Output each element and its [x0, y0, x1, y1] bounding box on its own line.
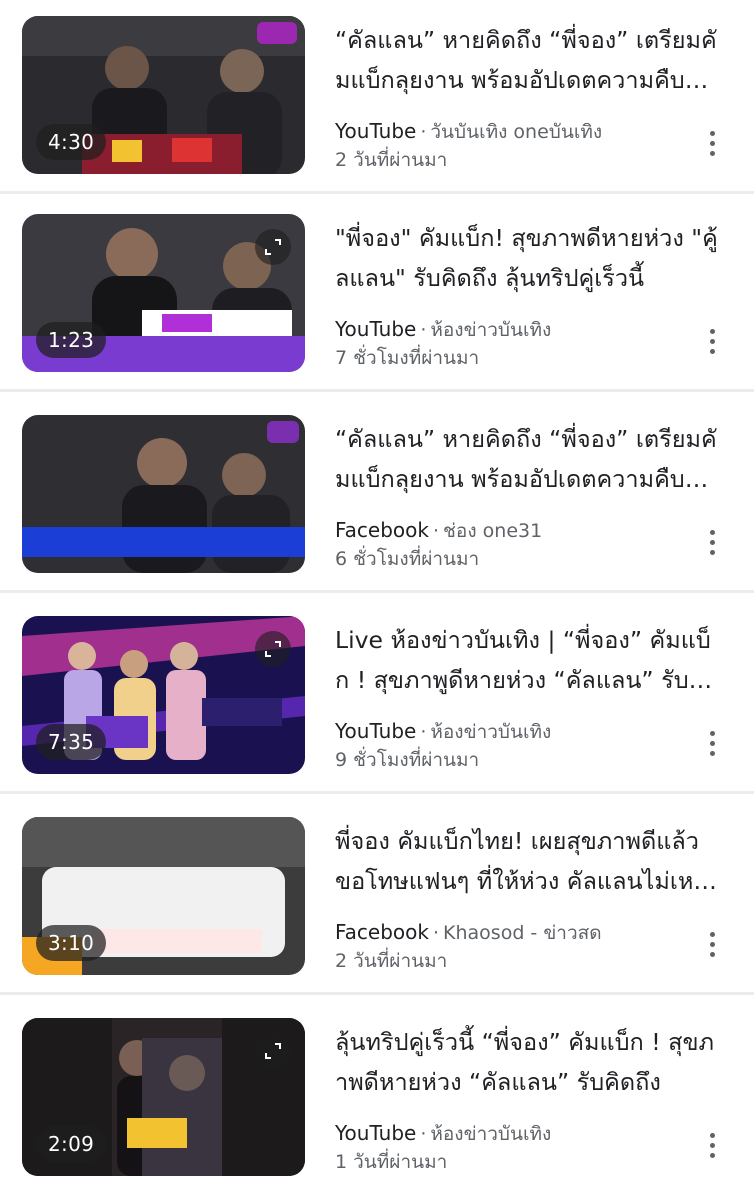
video-source: Facebook: [335, 518, 429, 542]
video-source: Facebook: [335, 920, 429, 944]
video-source: YouTube: [335, 719, 417, 743]
video-thumbnail[interactable]: 7:35: [22, 616, 305, 774]
video-duration-badge: 7:35: [36, 724, 107, 760]
video-results-list: 4:30 “คัลแลน” หายคิดถึง “พี่จอง” เตรียมค…: [0, 0, 754, 1200]
video-channel: Khaosod - ข่าวสด: [443, 922, 602, 944]
video-result-item[interactable]: 2:09 ลุ้นทริปคู่เร็วนี้ “พี่จอง” คัมแบ็ก…: [0, 1002, 754, 1196]
video-result-item[interactable]: 1:23 "พี่จอง" คัมแบ็ก! สุขภาพดีหายห่วง "…: [0, 198, 754, 392]
video-channel: ห้องข่าวบันเทิง: [430, 319, 552, 341]
video-title[interactable]: "พี่จอง" คัมแบ็ก! สุขภาพดีหายห่วง "คู้ลแ…: [335, 218, 720, 298]
more-options-icon[interactable]: [700, 126, 726, 162]
video-duration-badge: 2:09: [36, 1126, 107, 1162]
video-thumbnail[interactable]: 1:23: [22, 214, 305, 372]
video-age: 9 ชั่วโมงที่ผ่านมา: [335, 749, 480, 771]
video-meta: YouTube · ห้องข่าวบันเทิง 9 ชั่วโมงที่ผ่าน…: [335, 717, 675, 774]
meta-separator: ·: [420, 319, 427, 341]
video-meta: YouTube · ห้องข่าวบันเทิง 7 ชั่วโมงที่ผ่าน…: [335, 315, 675, 372]
expand-arrows-icon: [265, 239, 281, 255]
video-title[interactable]: ลุ้นทริปคู่เร็วนี้ “พี่จอง” คัมแบ็ก ! สุ…: [335, 1022, 720, 1102]
video-channel: ห้องข่าวบันเทิง: [430, 721, 552, 743]
video-title[interactable]: พี่จอง คัมแบ็กไทย! เผยสุขภาพดีแล้ว ขอโทษ…: [335, 821, 720, 901]
video-thumbnail[interactable]: [22, 415, 305, 573]
video-age: 2 วันที่ผ่านมา: [335, 149, 448, 171]
video-meta: Facebook · Khaosod - ข่าวสด 2 วันที่ผ่านมา: [335, 918, 675, 975]
meta-separator: ·: [420, 1123, 427, 1145]
video-meta: Facebook · ช่อง one31 6 ชั่วโมงที่ผ่านมา: [335, 516, 675, 573]
video-meta: YouTube · ห้องข่าวบันเทิง 1 วันที่ผ่านมา: [335, 1119, 675, 1176]
expand-arrows-icon: [265, 1043, 281, 1059]
video-title[interactable]: Live ห้องข่าวบันเทิง | “พี่จอง” คัมแบ็ก …: [335, 620, 720, 700]
more-options-icon[interactable]: [700, 324, 726, 360]
video-age: 6 ชั่วโมงที่ผ่านมา: [335, 548, 480, 570]
video-duration-badge: 1:23: [36, 322, 107, 358]
video-source: YouTube: [335, 317, 417, 341]
video-result-item[interactable]: “คัลแลน” หายคิดถึง “พี่จอง” เตรียมคัมแบ็…: [0, 399, 754, 593]
expand-icon[interactable]: [255, 631, 291, 667]
video-age: 7 ชั่วโมงที่ผ่านมา: [335, 347, 480, 369]
video-duration-badge: 4:30: [36, 124, 107, 160]
video-channel: ช่อง one31: [443, 520, 543, 542]
video-source: YouTube: [335, 1121, 417, 1145]
expand-arrows-icon: [265, 641, 281, 657]
video-thumbnail[interactable]: 4:30: [22, 16, 305, 174]
video-result-item[interactable]: 7:35 Live ห้องข่าวบันเทิง | “พี่จอง” คัม…: [0, 600, 754, 794]
thumbnail-image: [22, 415, 305, 573]
video-duration-badge: 3:10: [36, 925, 107, 961]
video-result-item[interactable]: 4:30 “คัลแลน” หายคิดถึง “พี่จอง” เตรียมค…: [0, 0, 754, 194]
video-channel: วันบันเทิง oneบันเทิง: [430, 121, 603, 143]
video-source: YouTube: [335, 119, 417, 143]
video-age: 2 วันที่ผ่านมา: [335, 950, 448, 972]
video-age: 1 วันที่ผ่านมา: [335, 1151, 448, 1173]
video-thumbnail[interactable]: 2:09: [22, 1018, 305, 1176]
video-meta: YouTube · วันบันเทิง oneบันเทิง 2 วันที่ผ่…: [335, 117, 675, 174]
more-options-icon[interactable]: [700, 726, 726, 762]
expand-icon[interactable]: [255, 229, 291, 265]
meta-separator: ·: [432, 520, 440, 542]
video-channel: ห้องข่าวบันเทิง: [430, 1123, 552, 1145]
video-thumbnail[interactable]: 3:10: [22, 817, 305, 975]
expand-icon[interactable]: [255, 1033, 291, 1069]
video-result-item[interactable]: 3:10 พี่จอง คัมแบ็กไทย! เผยสุขภาพดีแล้ว …: [0, 801, 754, 995]
video-title[interactable]: “คัลแลน” หายคิดถึง “พี่จอง” เตรียมคัมแบ็…: [335, 419, 720, 499]
more-options-icon[interactable]: [700, 927, 726, 963]
video-title[interactable]: “คัลแลน” หายคิดถึง “พี่จอง” เตรียมคัมแบ็…: [335, 20, 720, 100]
more-options-icon[interactable]: [700, 525, 726, 561]
meta-separator: ·: [420, 721, 427, 743]
more-options-icon[interactable]: [700, 1128, 726, 1164]
meta-separator: ·: [432, 922, 440, 944]
meta-separator: ·: [420, 121, 427, 143]
